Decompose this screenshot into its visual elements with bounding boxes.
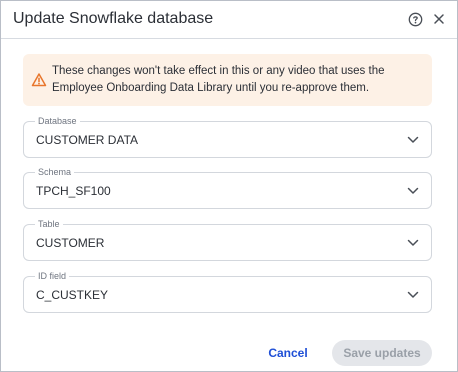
database-label: Database <box>35 115 80 127</box>
id-field-label: ID field <box>35 270 70 282</box>
warning-message: These changes won't take effect in this … <box>52 65 385 94</box>
table-label: Table <box>35 218 63 230</box>
database-select[interactable]: Database CUSTOMER DATA <box>23 115 432 158</box>
id-field-select[interactable]: ID field C_CUSTKEY <box>23 270 432 313</box>
chevron-down-icon <box>407 239 419 246</box>
help-circle-icon <box>408 12 422 26</box>
help-button[interactable] <box>407 11 423 27</box>
close-icon <box>434 14 444 24</box>
header-divider <box>1 38 457 39</box>
table-select[interactable]: Table CUSTOMER <box>23 218 432 261</box>
chevron-down-icon <box>407 187 419 194</box>
dialog-header: Update Snowflake database <box>13 9 447 31</box>
close-button[interactable] <box>431 11 447 27</box>
chevron-down-icon <box>407 136 419 143</box>
update-snowflake-dialog: Update Snowflake database These changes … <box>0 0 458 372</box>
id-field-value: C_CUSTKEY <box>36 288 109 302</box>
warning-triangle-icon <box>31 73 47 87</box>
table-value: CUSTOMER <box>36 236 105 250</box>
warning-banner: These changes won't take effect in this … <box>23 54 432 106</box>
schema-select[interactable]: Schema TPCH_SF100 <box>23 166 432 209</box>
save-updates-button[interactable]: Save updates <box>332 340 432 366</box>
schema-label: Schema <box>35 166 75 178</box>
chevron-down-icon <box>407 291 419 298</box>
cancel-button[interactable]: Cancel <box>259 342 317 364</box>
dialog-title: Update Snowflake database <box>13 10 214 27</box>
schema-value: TPCH_SF100 <box>36 184 111 198</box>
database-value: CUSTOMER DATA <box>36 133 139 147</box>
